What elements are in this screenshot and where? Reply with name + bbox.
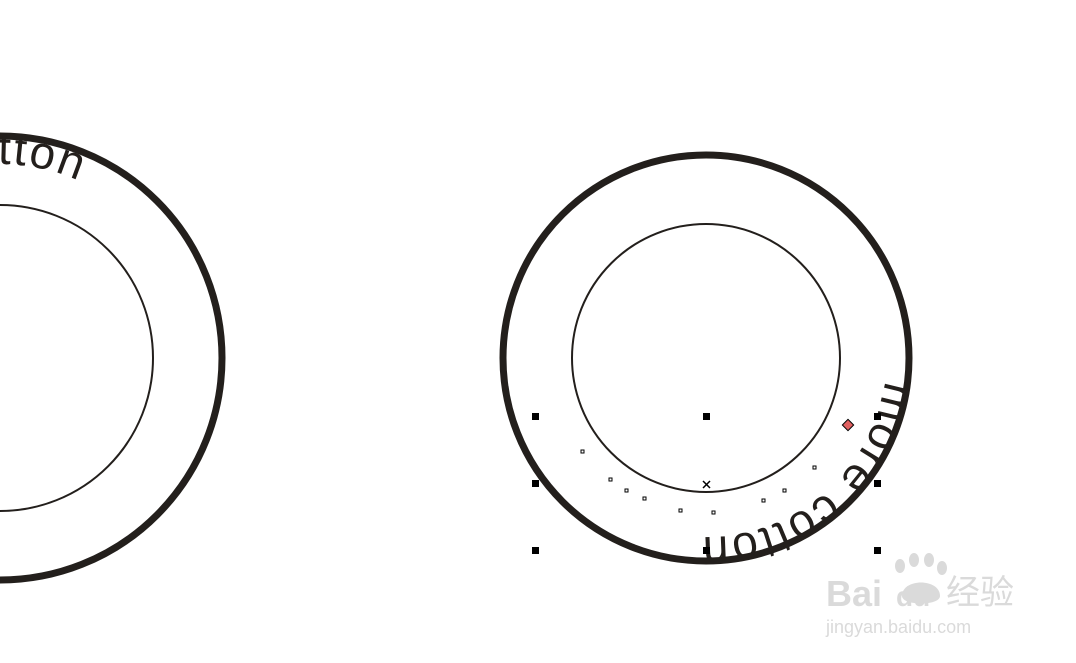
char-node[interactable] xyxy=(782,488,787,493)
left-badge-design[interactable]: cotton xyxy=(0,122,226,584)
watermark-brand-start: Bai xyxy=(826,573,882,614)
left-curved-text[interactable]: cotton xyxy=(0,122,95,191)
handle-top-left[interactable] xyxy=(532,413,539,420)
char-node[interactable] xyxy=(678,508,683,513)
character-nodes[interactable] xyxy=(580,449,817,515)
watermark-url: jingyan.baidu.com xyxy=(825,617,971,637)
handle-middle-right[interactable] xyxy=(874,480,881,487)
char-node[interactable] xyxy=(812,465,817,470)
handle-bottom-left[interactable] xyxy=(532,547,539,554)
char-node[interactable] xyxy=(711,510,716,515)
center-x-icon[interactable] xyxy=(702,480,711,489)
char-node[interactable] xyxy=(761,498,766,503)
path-start-marker-icon[interactable] xyxy=(841,418,855,432)
char-node[interactable] xyxy=(624,488,629,493)
handle-top-right[interactable] xyxy=(874,413,881,420)
watermark: Bai du 经验 jingyan.baidu.com xyxy=(825,553,1014,637)
right-badge-design[interactable]: more cotton xyxy=(499,151,927,579)
handle-middle-left[interactable] xyxy=(532,480,539,487)
drawing-canvas[interactable]: cotton more cotton xyxy=(0,0,1076,663)
char-node[interactable] xyxy=(642,496,647,501)
char-node[interactable] xyxy=(608,477,613,482)
left-inner-ring[interactable] xyxy=(0,204,154,512)
watermark-brand-end: du xyxy=(896,581,930,612)
handle-bottom-middle[interactable] xyxy=(703,547,710,554)
handle-bottom-right[interactable] xyxy=(874,547,881,554)
char-node[interactable] xyxy=(580,449,585,454)
left-outer-ring[interactable] xyxy=(0,132,226,584)
watermark-brand-chinese: 经验 xyxy=(946,574,1014,612)
handle-top-middle[interactable] xyxy=(703,413,710,420)
right-inner-ring[interactable] xyxy=(571,223,841,493)
right-curved-text[interactable]: more cotton xyxy=(700,378,926,579)
